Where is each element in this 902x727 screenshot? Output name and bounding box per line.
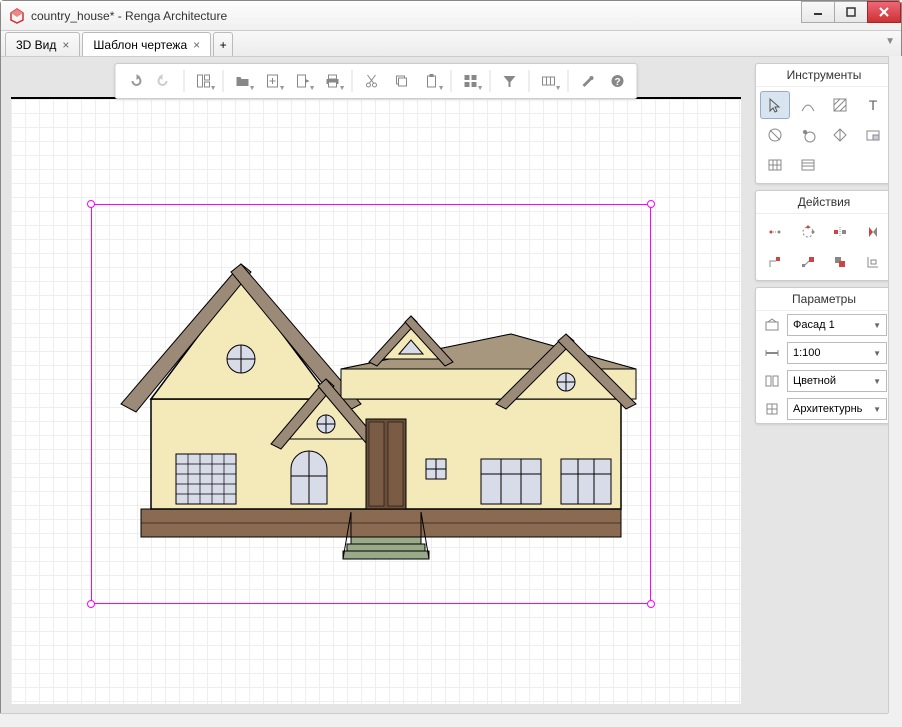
workspace: ▼ ▼ ▼ ▼ ▼ ▼ ▼ ▼ ? — [1, 57, 901, 714]
scrollbar-horizontal[interactable] — [0, 713, 888, 727]
param-style: Цветной▼ — [756, 367, 892, 395]
open-button[interactable]: ▼ — [228, 68, 258, 94]
tool-line[interactable] — [793, 91, 823, 119]
help-button[interactable]: ? — [603, 68, 633, 94]
tool-hatch[interactable] — [825, 91, 855, 119]
window-title: country_house* - Renga Architecture — [31, 9, 802, 23]
object-browser-button[interactable]: ▼ — [189, 68, 219, 94]
title-bar: country_house* - Renga Architecture — [1, 1, 901, 31]
scrollbar-vertical[interactable] — [888, 56, 902, 713]
action-move[interactable] — [760, 218, 790, 246]
param-scale: 1:100▼ — [756, 339, 892, 367]
app-icon — [9, 8, 25, 24]
settings-button[interactable] — [573, 68, 603, 94]
maximize-button[interactable] — [834, 1, 868, 23]
param-scale-select[interactable]: 1:100▼ — [787, 342, 887, 364]
tab-label: Шаблон чертежа — [93, 38, 187, 52]
tool-title-block[interactable] — [858, 121, 888, 149]
param-style-select[interactable]: Цветной▼ — [787, 370, 887, 392]
params-panel: Параметры Фасад 1▼ 1:100▼ Цветной▼ Архит… — [755, 287, 893, 424]
tab-overflow-icon[interactable]: ▼ — [885, 36, 895, 47]
tool-axis[interactable] — [825, 121, 855, 149]
tab-close-icon[interactable]: × — [193, 38, 200, 52]
tool-dimension[interactable] — [760, 121, 790, 149]
close-button[interactable] — [867, 1, 901, 23]
tool-text[interactable]: T — [858, 91, 888, 119]
undo-button[interactable] — [120, 68, 150, 94]
panel-title: Инструменты — [756, 64, 892, 87]
right-panels: Инструменты T Действия — [751, 57, 901, 714]
window-controls — [802, 1, 901, 30]
svg-text:?: ? — [614, 77, 620, 88]
tool-spec-table[interactable] — [793, 151, 823, 179]
views-button[interactable]: ▼ — [456, 68, 486, 94]
action-mirror-v[interactable] — [858, 218, 888, 246]
cut-button[interactable] — [357, 68, 387, 94]
param-arch: Архитектурнь▼ — [756, 395, 892, 423]
tab-add-button[interactable]: + — [213, 32, 233, 56]
drawing-grid — [11, 97, 741, 704]
actions-panel: Действия — [755, 190, 893, 281]
main-toolbar: ▼ ▼ ▼ ▼ ▼ ▼ ▼ ▼ ? — [115, 63, 638, 99]
tool-dimension-angular[interactable] — [793, 121, 823, 149]
tab-close-icon[interactable]: × — [62, 38, 69, 52]
arch-icon — [761, 398, 783, 420]
panel-title: Действия — [756, 191, 892, 214]
action-align[interactable] — [858, 248, 888, 276]
action-scale-up[interactable] — [793, 248, 823, 276]
action-copy-prop[interactable] — [825, 248, 855, 276]
style-icon — [761, 370, 783, 392]
selection-frame[interactable] — [91, 204, 651, 604]
action-scale-down[interactable] — [760, 248, 790, 276]
tab-drawing-template[interactable]: Шаблон чертежа × — [82, 32, 211, 56]
tool-select[interactable] — [760, 91, 790, 119]
redo-button[interactable] — [150, 68, 180, 94]
house-drawing — [91, 204, 651, 604]
visual-style-button[interactable]: ▼ — [534, 68, 564, 94]
tab-bar: 3D Вид × Шаблон чертежа × + ▼ — [1, 31, 901, 57]
action-rotate[interactable] — [793, 218, 823, 246]
tool-table[interactable] — [760, 151, 790, 179]
print-button[interactable]: ▼ — [318, 68, 348, 94]
param-view-select[interactable]: Фасад 1▼ — [787, 314, 887, 336]
filter-button[interactable] — [495, 68, 525, 94]
paste-button[interactable]: ▼ — [417, 68, 447, 94]
export-button[interactable]: ▼ — [288, 68, 318, 94]
panel-title: Параметры — [756, 288, 892, 311]
param-view: Фасад 1▼ — [756, 311, 892, 339]
canvas-area[interactable]: ▼ ▼ ▼ ▼ ▼ ▼ ▼ ▼ ? — [1, 57, 751, 714]
action-mirror[interactable] — [825, 218, 855, 246]
scrollbar-corner — [888, 713, 902, 727]
copy-button[interactable] — [387, 68, 417, 94]
svg-text:T: T — [868, 97, 877, 113]
tools-panel: Инструменты T — [755, 63, 893, 184]
param-arch-select[interactable]: Архитектурнь▼ — [787, 398, 887, 420]
minimize-button[interactable] — [801, 1, 835, 23]
insert-button[interactable]: ▼ — [258, 68, 288, 94]
tab-3d-view[interactable]: 3D Вид × — [5, 32, 80, 56]
scale-icon — [761, 342, 783, 364]
tab-label: 3D Вид — [16, 38, 56, 52]
view-icon — [761, 314, 783, 336]
